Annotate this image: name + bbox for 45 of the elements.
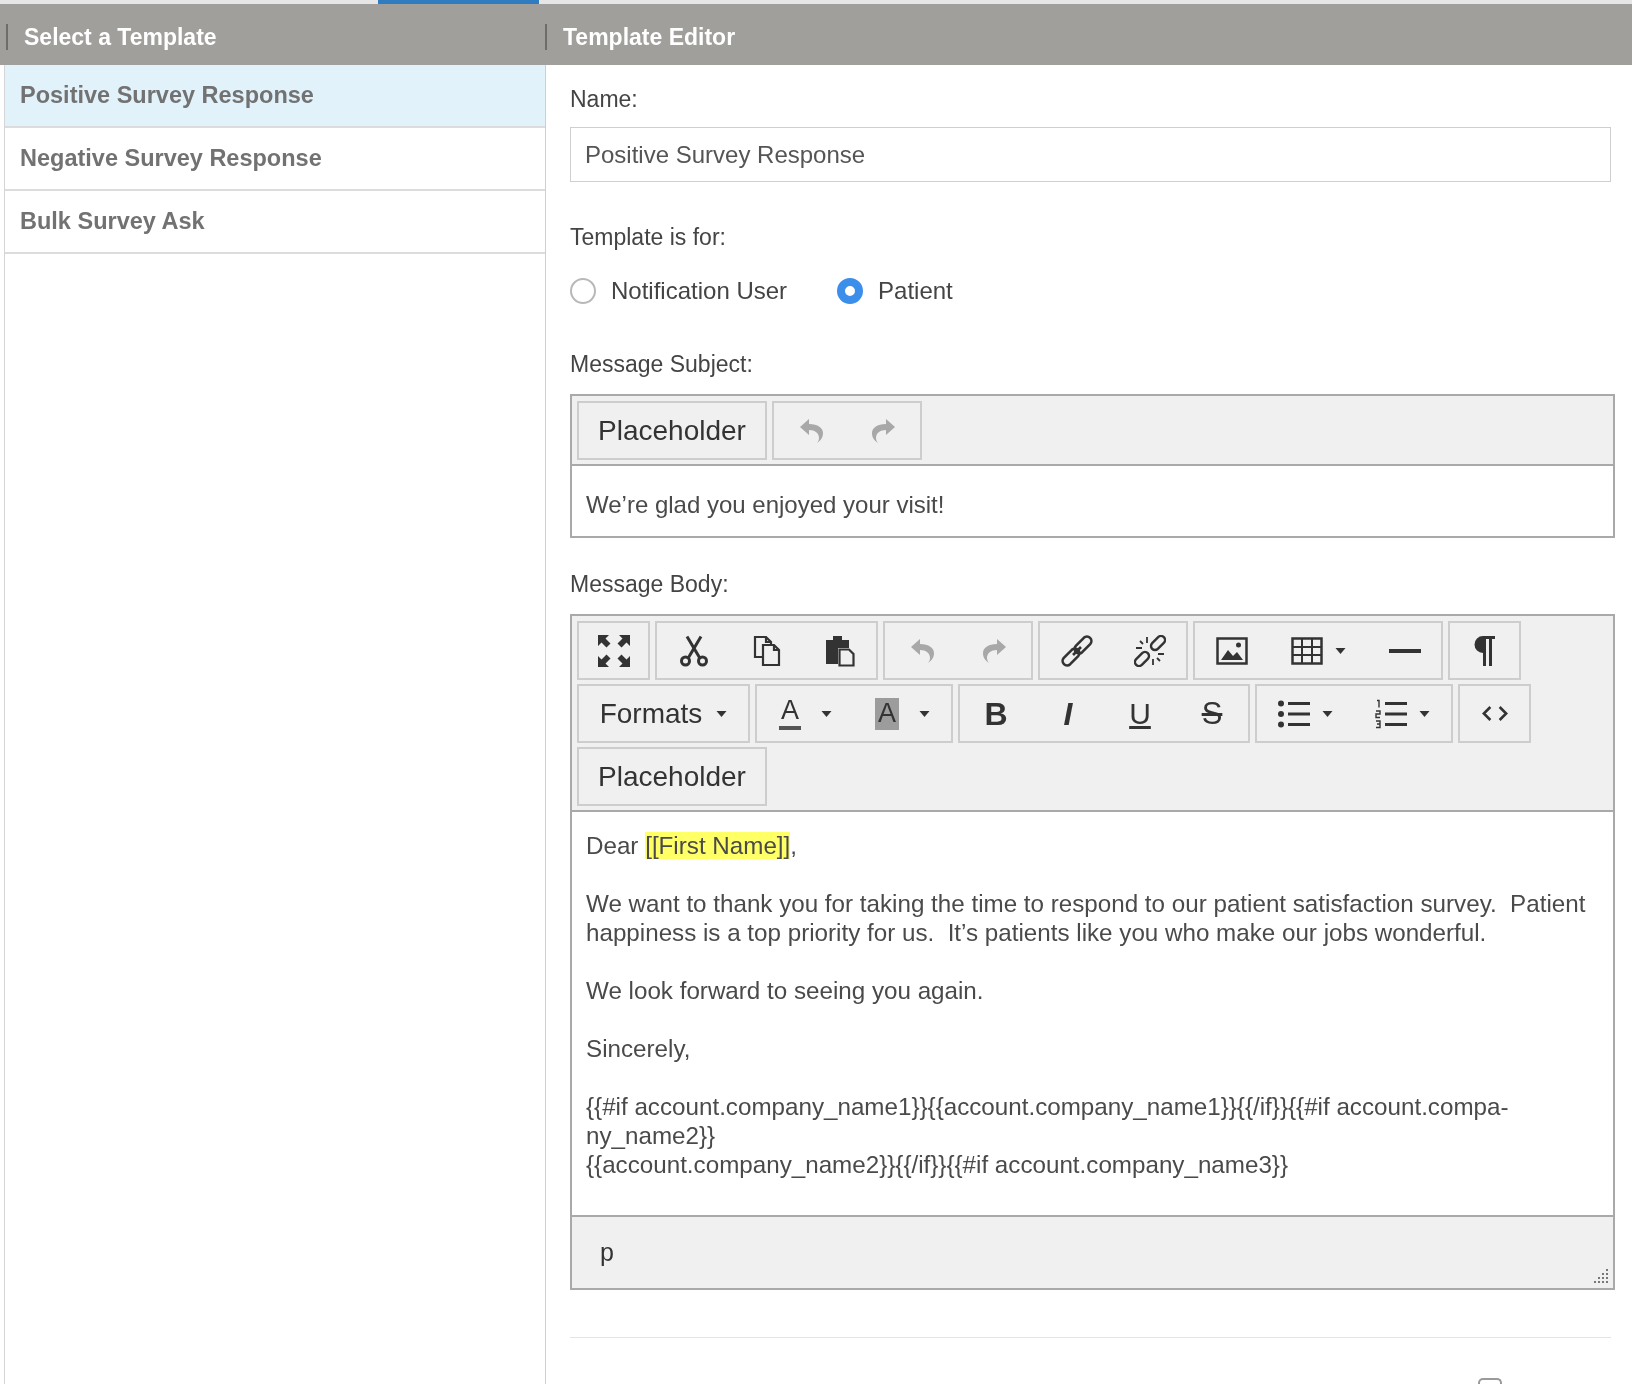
template-list-item[interactable]: Positive Survey Response [5, 65, 545, 128]
placeholder-button[interactable]: Placeholder [577, 401, 767, 460]
copy-icon [752, 634, 781, 667]
template-list-item[interactable]: Negative Survey Response [5, 128, 545, 191]
panel-title: Select a Template [24, 22, 217, 51]
undo-icon [909, 637, 934, 664]
paragraph-marks-button[interactable] [1448, 621, 1521, 680]
redo-icon [871, 417, 896, 444]
body-paragraph: Sincerely, [586, 1034, 691, 1063]
checkbox[interactable] [1478, 1378, 1502, 1384]
field-label: Message Subject: [570, 350, 753, 378]
code-icon [1481, 705, 1508, 722]
field-label: Template is for: [570, 223, 726, 251]
link-icon [1060, 634, 1093, 667]
template-list-item[interactable]: Bulk Survey Ask [5, 191, 545, 254]
fullscreen-icon [597, 634, 630, 667]
resize-grip-icon[interactable] [1592, 1267, 1608, 1283]
bullet-list-icon [1278, 699, 1310, 728]
redo-icon [982, 637, 1007, 664]
placeholder-button[interactable]: Placeholder [577, 747, 767, 806]
scissors-icon [679, 634, 708, 667]
element-path[interactable]: p [600, 1238, 614, 1267]
undo-icon [798, 417, 823, 444]
body-paragraph: We look forward to seeing you again. [586, 976, 984, 1005]
image-icon [1215, 636, 1248, 665]
panel-title: Template Editor [563, 22, 736, 51]
pilcrow-icon [1474, 634, 1495, 667]
radio-label[interactable]: Patient [878, 277, 953, 305]
source-code-button[interactable] [1458, 684, 1531, 743]
subject-field[interactable]: We’re glad you enjoyed your visit! [572, 466, 1613, 536]
field-label: Name: [570, 85, 638, 113]
formats-dropdown[interactable]: Formats [577, 684, 750, 743]
broken-link-icon [1133, 634, 1166, 667]
clipboard-icon [824, 634, 855, 667]
radio-button[interactable] [570, 278, 596, 304]
radio-button[interactable] [837, 278, 864, 304]
table-icon [1290, 636, 1323, 665]
field-label: Message Body: [570, 570, 729, 598]
body-paragraph: We want to thank you for taking the time to respond to our patient satisfaction survey. Patient happiness is a top priority for us. It’s patients like you who make our jobs wonderful. [586, 889, 1586, 947]
body-paragraph: Dear [[First Name]], [586, 831, 798, 860]
radio-label[interactable]: Notification User [611, 277, 788, 305]
body-paragraph: {{#if account.company_name1}}{{account.company_name1}}{{/if}}{{#if account.compa- ny_name2}} {{account.company_name2}}{{/if}}{{#if account.company_name3}} [586, 1092, 1509, 1179]
numbered-list-icon [1375, 698, 1407, 729]
name-input[interactable]: Positive Survey Response [570, 127, 1611, 182]
fullscreen-button[interactable] [577, 621, 650, 680]
